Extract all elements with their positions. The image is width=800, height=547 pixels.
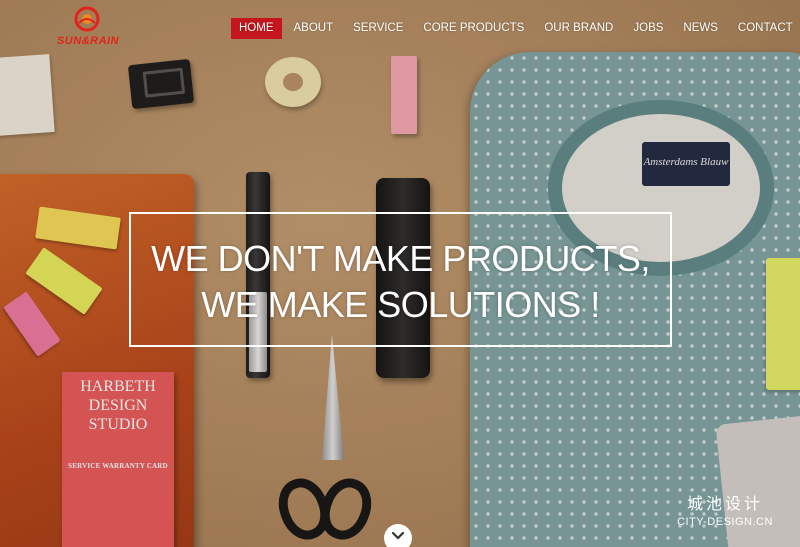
logo[interactable]: SUN&RAIN — [48, 6, 128, 50]
slogan-line-2: WE MAKE SOLUTIONS ! — [201, 284, 600, 325]
main-nav: HOME ABOUT SERVICE CORE PRODUCTS OUR BRA… — [231, 18, 800, 39]
sun-logo-icon — [74, 6, 100, 32]
watermark: 城池设计 CITY-DESIGN.CN — [670, 495, 780, 529]
nav-our-brand[interactable]: OUR BRAND — [536, 18, 621, 39]
chevron-down-icon — [392, 532, 404, 540]
logo-text: SUN&RAIN — [56, 35, 120, 47]
hero-banner: HARBETH DESIGN STUDIO SERVICE WARRANTY C… — [0, 0, 800, 547]
watermark-cn: 城池设计 — [686, 496, 763, 513]
slogan-line-1: WE DON'T MAKE PRODUCTS, — [151, 238, 650, 279]
slogan-box: WE DON'T MAKE PRODUCTS, WE MAKE SOLUTION… — [129, 212, 672, 347]
scroll-down-button[interactable] — [384, 524, 412, 547]
watermark-en: CITY-DESIGN.CN — [677, 516, 773, 528]
nav-contact[interactable]: CONTACT — [730, 18, 800, 39]
nav-home[interactable]: HOME — [231, 18, 282, 39]
site-header: SUN&RAIN HOME ABOUT SERVICE CORE PRODUCT… — [0, 0, 800, 56]
nav-about[interactable]: ABOUT — [286, 18, 342, 39]
nav-jobs[interactable]: JOBS — [625, 18, 671, 39]
nav-service[interactable]: SERVICE — [345, 18, 411, 39]
nav-core-products[interactable]: CORE PRODUCTS — [415, 18, 532, 39]
nav-news[interactable]: NEWS — [675, 18, 726, 39]
